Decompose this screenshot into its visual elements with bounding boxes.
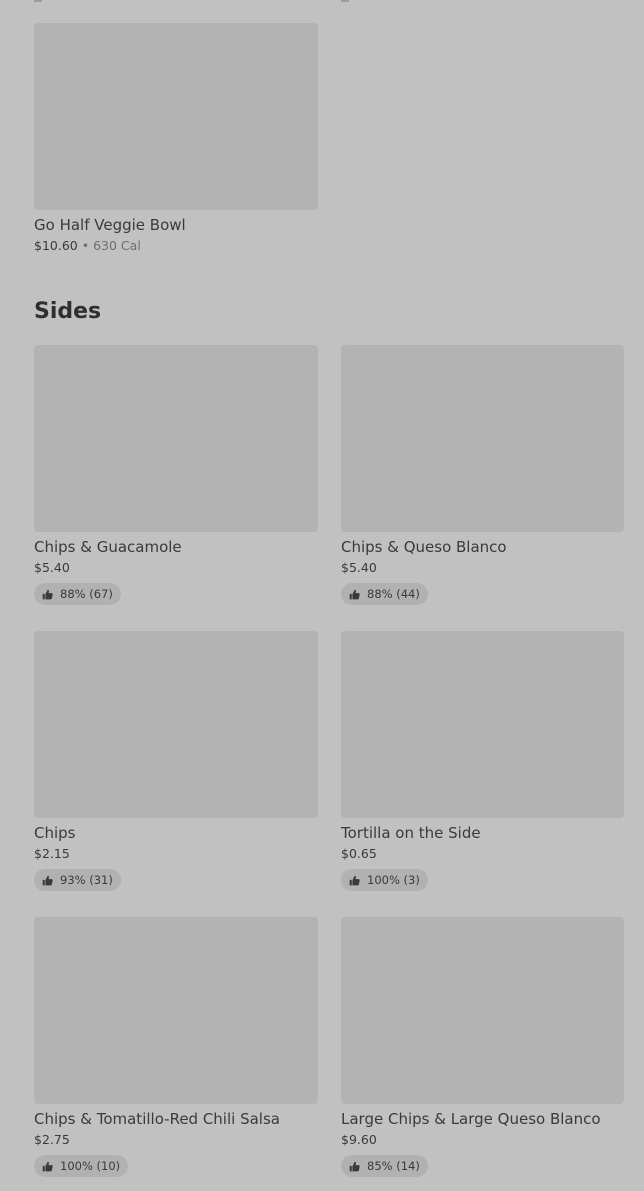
menu-item-card[interactable]: Chips $2.15 93% (31) [34, 631, 318, 891]
rating-text: 88% (44) [367, 587, 420, 601]
menu-item-card[interactable]: Chips & Queso Blanco $5.40 88% (44) [341, 345, 624, 605]
menu-item-card[interactable]: Go Half Veggie Bowl $10.60 • 630 Cal [34, 23, 318, 253]
item-price: $10.60 [34, 238, 78, 253]
item-calories: 630 Cal [93, 238, 141, 253]
menu-item-card[interactable]: Chips & Tomatillo-Red Chili Salsa $2.75 … [34, 917, 318, 1177]
item-image[interactable] [341, 631, 624, 818]
thumbs-up-icon [349, 589, 360, 599]
item-price: $0.65 [341, 846, 377, 861]
menu-item-card[interactable]: Tortilla on the Side $0.65 100% (3) [341, 631, 624, 891]
menu-item-card[interactable]: Chips & Guacamole $5.40 88% (67) [34, 345, 318, 605]
thumbs-up-icon [349, 1161, 360, 1171]
rating-badge: 88% (44) [341, 583, 428, 605]
menu-page: Go Half Veggie Bowl $10.60 • 630 Cal Sid… [0, 0, 644, 1191]
item-name: Chips [34, 824, 76, 842]
thumbs-up-icon [349, 875, 360, 885]
item-price: $5.40 [341, 560, 377, 575]
thumbs-up-icon [42, 589, 53, 599]
menu-item-card[interactable]: Large Chips & Large Queso Blanco $9.60 8… [341, 917, 624, 1177]
item-name: Chips & Queso Blanco [341, 538, 507, 556]
item-image[interactable] [34, 917, 318, 1104]
previous-row-edge [34, 0, 42, 2]
section-title: Sides [34, 299, 102, 324]
item-price: $9.60 [341, 1132, 377, 1147]
thumbs-up-icon [42, 1161, 53, 1171]
rating-badge: 88% (67) [34, 583, 121, 605]
item-price: $2.75 [34, 1132, 70, 1147]
previous-row-edge [341, 0, 349, 2]
thumbs-up-icon [42, 875, 53, 885]
item-image[interactable] [34, 345, 318, 532]
item-name: Go Half Veggie Bowl [34, 216, 186, 234]
rating-badge: 100% (3) [341, 869, 428, 891]
item-name: Tortilla on the Side [341, 824, 481, 842]
rating-badge: 100% (10) [34, 1155, 129, 1177]
rating-badge: 85% (14) [341, 1155, 428, 1177]
item-price: $5.40 [34, 560, 70, 575]
rating-text: 100% (3) [367, 873, 420, 887]
item-image[interactable] [341, 345, 624, 532]
rating-badge: 93% (31) [34, 869, 121, 891]
item-image[interactable] [34, 23, 318, 210]
rating-text: 88% (67) [60, 587, 113, 601]
rating-text: 93% (31) [60, 873, 113, 887]
rating-text: 85% (14) [367, 1159, 420, 1173]
item-price: $2.15 [34, 846, 70, 861]
item-name: Chips & Tomatillo-Red Chili Salsa [34, 1110, 280, 1128]
item-name: Chips & Guacamole [34, 538, 182, 556]
item-meta: $10.60 • 630 Cal [34, 239, 318, 253]
rating-text: 100% (10) [60, 1159, 121, 1173]
item-image[interactable] [341, 917, 624, 1104]
meta-separator: • [81, 238, 90, 253]
item-image[interactable] [34, 631, 318, 818]
item-name: Large Chips & Large Queso Blanco [341, 1110, 601, 1128]
